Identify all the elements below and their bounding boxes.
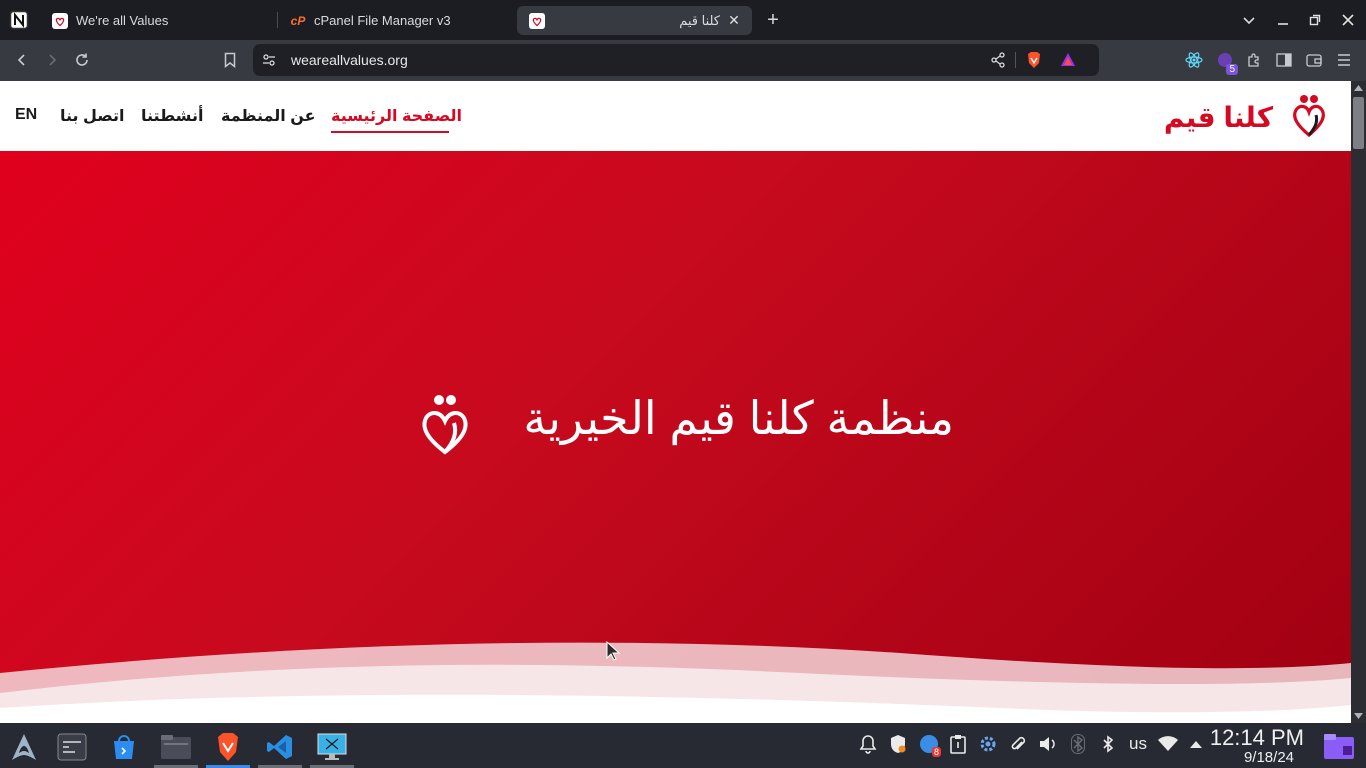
hero-waves <box>0 642 1351 723</box>
attachment-clip-icon[interactable] <box>1008 733 1028 755</box>
brand-name: كلنا قيم <box>1163 102 1273 133</box>
close-tab-icon[interactable]: ✕ <box>726 12 742 28</box>
nav-about[interactable]: عن المنظمة <box>221 106 316 126</box>
mouse-cursor-icon <box>606 641 621 661</box>
tab-title: cPanel File Manager v3 <box>314 13 451 28</box>
tab-bar: We're all Values cP cPanel File Manager … <box>0 0 1366 40</box>
wallet-icon[interactable] <box>1304 50 1324 70</box>
tab-weareallvalues[interactable]: We're all Values <box>40 6 272 35</box>
bookmark-icon[interactable] <box>220 50 240 70</box>
show-desktop-icon[interactable] <box>1322 731 1356 761</box>
close-window-icon[interactable] <box>1339 11 1357 29</box>
brave-shields-icon[interactable] <box>1025 51 1043 69</box>
notifications-bell-icon[interactable] <box>858 733 878 755</box>
scroll-down-icon[interactable] <box>1354 713 1363 719</box>
new-tab-button[interactable]: + <box>762 9 784 31</box>
tab-title: كلنا قيم <box>679 12 720 28</box>
hero-logo-icon <box>418 392 472 461</box>
store-icon[interactable] <box>102 726 146 768</box>
hero-banner: منظمة كلنا قيم الخيرية <box>0 151 1351 723</box>
extension-badge: 5 <box>1226 64 1238 75</box>
clipboard-icon[interactable] <box>948 733 968 755</box>
url-divider <box>1015 52 1016 68</box>
tab-kulluna-qiyam[interactable]: كلنا قيم ✕ <box>517 6 752 35</box>
clock-date[interactable]: 9/18/24 <box>1244 749 1294 766</box>
bluetooth-disabled-icon[interactable] <box>1068 733 1088 755</box>
forward-arrow-icon[interactable] <box>42 50 62 70</box>
menu-icon[interactable] <box>1334 50 1354 70</box>
back-arrow-icon[interactable] <box>12 50 32 70</box>
taskbar: 8 us 12:14 PM 9/18/24 <box>0 723 1366 768</box>
reload-icon[interactable] <box>72 50 92 70</box>
nav-language-en[interactable]: EN <box>15 106 37 124</box>
arch-launcher-icon[interactable] <box>2 726 46 768</box>
web-page: كلنا قيم الصفحة الرئيسية عن المنظمة أنشط… <box>0 81 1351 723</box>
bluetooth-icon[interactable] <box>1098 733 1118 755</box>
site-settings-icon[interactable] <box>261 52 277 68</box>
site-logo-icon <box>1291 93 1327 142</box>
clock-time[interactable]: 12:14 PM <box>1210 725 1304 751</box>
files-icon[interactable] <box>154 726 198 768</box>
tray-expand-icon[interactable] <box>1186 733 1206 755</box>
maximize-window-icon[interactable] <box>1306 11 1324 29</box>
page-scrollbar[interactable] <box>1351 81 1366 723</box>
extension-with-badge-icon[interactable]: 5 <box>1214 49 1238 75</box>
nav-activities[interactable]: أنشطتنا <box>141 106 203 126</box>
keyboard-layout[interactable]: us <box>1124 733 1152 755</box>
wifi-icon[interactable] <box>1156 733 1180 755</box>
tab-title: We're all Values <box>76 13 169 28</box>
scroll-thumb[interactable] <box>1353 97 1364 149</box>
updates-badge-icon[interactable]: 8 <box>918 733 941 757</box>
vscode-icon[interactable] <box>258 726 302 768</box>
scroll-up-icon[interactable] <box>1354 85 1363 91</box>
security-shield-icon[interactable] <box>888 733 908 755</box>
browser-toolbar: weareallvalues.org 5 <box>0 40 1366 81</box>
extensions-puzzle-icon[interactable] <box>1244 50 1264 70</box>
settings-gear-icon[interactable] <box>978 733 998 755</box>
nav-contact[interactable]: اتصل بنا <box>60 106 125 126</box>
site-logo-icon <box>52 12 68 29</box>
tab-list-chevron-icon[interactable] <box>1240 11 1258 29</box>
hero-title: منظمة كلنا قيم الخيرية <box>523 392 954 444</box>
nav-home[interactable]: الصفحة الرئيسية <box>331 106 462 126</box>
share-icon[interactable] <box>989 52 1007 68</box>
site-brand[interactable]: كلنا قيم <box>1164 93 1327 142</box>
updates-count: 8 <box>931 747 941 757</box>
brave-icon[interactable] <box>206 726 250 768</box>
tab-cpanel[interactable]: cP cPanel File Manager v3 <box>278 6 512 35</box>
remote-desktop-icon[interactable] <box>310 726 354 768</box>
site-header: كلنا قيم الصفحة الرئيسية عن المنظمة أنشط… <box>0 81 1351 151</box>
terminal-icon[interactable] <box>50 726 94 768</box>
brave-rewards-icon[interactable] <box>1059 51 1077 69</box>
cpanel-icon: cP <box>290 13 306 28</box>
notion-icon[interactable] <box>8 9 30 31</box>
address-bar[interactable]: weareallvalues.org <box>253 44 1099 76</box>
site-logo-icon <box>529 12 545 29</box>
url-text: weareallvalues.org <box>291 52 408 68</box>
nav-active-underline <box>331 131 449 133</box>
volume-icon[interactable] <box>1038 733 1058 755</box>
react-devtools-icon[interactable] <box>1184 50 1204 70</box>
minimize-window-icon[interactable] <box>1274 11 1292 29</box>
sidebar-toggle-icon[interactable] <box>1274 50 1294 70</box>
